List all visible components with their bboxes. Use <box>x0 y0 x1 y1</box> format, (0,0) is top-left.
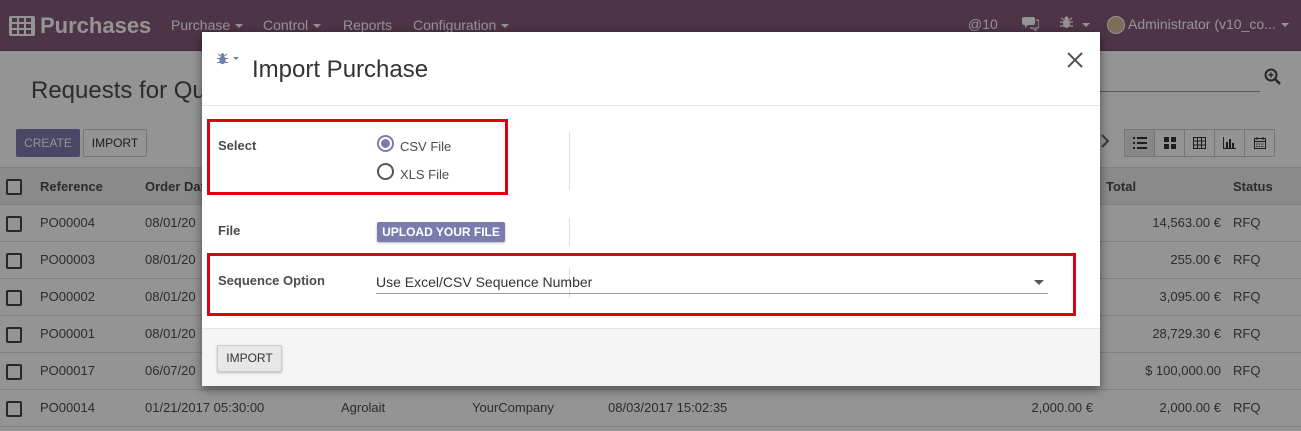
dialog-header: Import Purchase <box>202 32 1100 106</box>
xls-option-label[interactable]: XLS File <box>400 167 449 182</box>
dialog-footer: IMPORT <box>202 328 1100 386</box>
file-label: File <box>218 223 241 238</box>
select-label: Select <box>218 138 257 153</box>
chevron-down-icon <box>1034 280 1044 285</box>
divider <box>569 132 570 190</box>
bug-icon[interactable] <box>216 52 239 68</box>
sequence-option-select[interactable]: Use Excel/CSV Sequence Number <box>376 272 1048 294</box>
sequence-option-label: Sequence Option <box>218 273 325 288</box>
import-dialog: Import Purchase Select CSV File XLS File… <box>202 32 1100 386</box>
csv-option-label[interactable]: CSV File <box>400 139 451 154</box>
dialog-title: Import Purchase <box>252 56 429 83</box>
xls-radio[interactable] <box>377 163 394 180</box>
upload-file-button[interactable]: UPLOAD YOUR FILE <box>377 222 505 242</box>
csv-radio[interactable] <box>377 135 394 152</box>
import-button[interactable]: IMPORT <box>217 345 282 372</box>
close-icon[interactable] <box>1066 51 1084 69</box>
sequence-option-value: Use Excel/CSV Sequence Number <box>376 274 593 290</box>
divider <box>569 218 570 246</box>
